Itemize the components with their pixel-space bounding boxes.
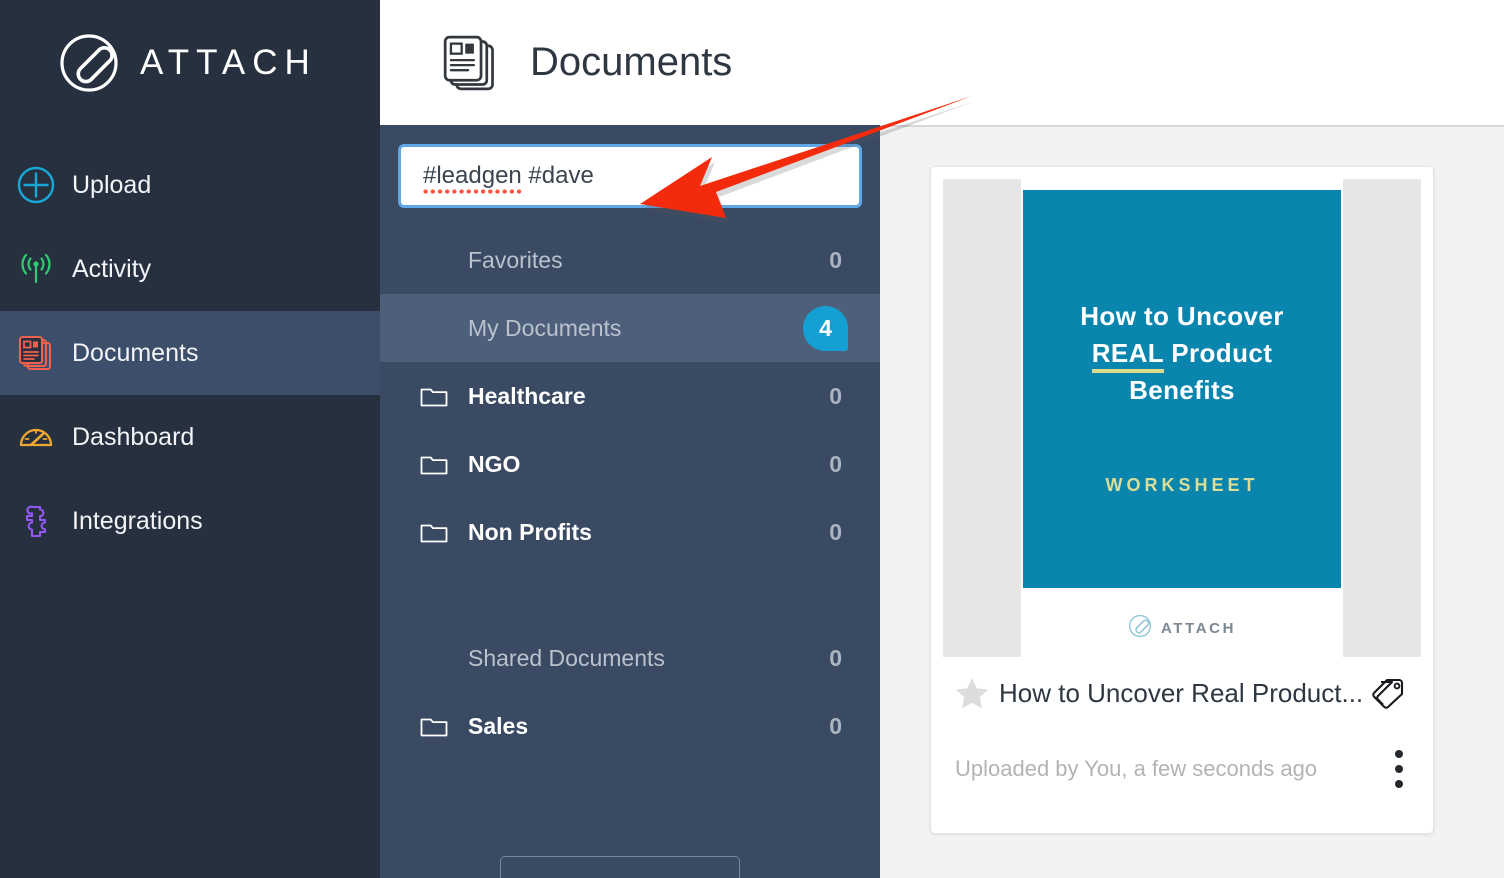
folder-count: 0 bbox=[829, 382, 842, 409]
document-card-title-row: How to Uncover Real Product... bbox=[931, 657, 1433, 729]
brand-logo[interactable]: ATTACH bbox=[0, 0, 380, 125]
sidebar-item-integrations[interactable]: Integrations bbox=[0, 479, 380, 563]
folder-label: My Documents bbox=[468, 314, 622, 341]
folder-list-divider bbox=[380, 566, 880, 624]
folder-row-healthcare[interactable]: Healthcare 0 bbox=[380, 362, 880, 430]
folder-row-sales[interactable]: Sales 0 bbox=[380, 692, 880, 760]
sidebar-item-activity[interactable]: Activity bbox=[0, 227, 380, 311]
folder-row-non-profits[interactable]: Non Profits 0 bbox=[380, 498, 880, 566]
search-value-misspelled: #leadgen bbox=[423, 162, 522, 196]
folder-count: 0 bbox=[829, 450, 842, 477]
sidebar-item-upload[interactable]: Upload bbox=[0, 143, 380, 227]
app-root: ATTACH Upload Activity Documents Dashboa… bbox=[0, 0, 1504, 878]
documents-stack-icon bbox=[438, 30, 504, 96]
folder-row-favorites[interactable]: Favorites 0 bbox=[380, 226, 880, 294]
document-thumbnail[interactable]: How to Uncover REAL Product Benefits WOR… bbox=[931, 167, 1433, 657]
document-cover: How to Uncover REAL Product Benefits WOR… bbox=[1023, 190, 1341, 588]
folder-row-ngo[interactable]: NGO 0 bbox=[380, 430, 880, 498]
folder-count: 0 bbox=[829, 712, 842, 739]
price-tag-icon[interactable] bbox=[1367, 676, 1407, 710]
document-title: How to Uncover Real Product... bbox=[999, 677, 1364, 708]
folder-label: Healthcare bbox=[468, 382, 586, 409]
kebab-menu-icon[interactable] bbox=[1395, 750, 1403, 788]
sidebar-label-documents: Documents bbox=[72, 338, 199, 367]
broadcast-icon bbox=[8, 247, 64, 291]
folder-panel: #leadgen #dave Favorites 0 My Documents … bbox=[380, 125, 880, 878]
sidebar-label-upload: Upload bbox=[72, 170, 152, 199]
folder-icon bbox=[420, 384, 468, 408]
documents-stack-icon bbox=[8, 331, 64, 375]
folder-row-my-documents[interactable]: My Documents 4 bbox=[380, 294, 880, 362]
status-badge: 4 bbox=[803, 305, 848, 351]
folder-label: NGO bbox=[468, 450, 521, 477]
folder-count: 0 bbox=[829, 644, 842, 671]
sidebar-item-dashboard[interactable]: Dashboard bbox=[0, 395, 380, 479]
cover-title: How to Uncover REAL Product Benefits bbox=[1042, 298, 1322, 409]
document-card-meta-row: Uploaded by You, a few seconds ago bbox=[931, 729, 1433, 809]
folder-label: Favorites bbox=[468, 246, 563, 273]
folder-icon bbox=[420, 520, 468, 544]
sidebar-label-dashboard: Dashboard bbox=[72, 422, 195, 451]
kebab-dot bbox=[1395, 750, 1403, 758]
star-icon[interactable] bbox=[953, 674, 991, 712]
search-value: #leadgen #dave bbox=[423, 162, 594, 196]
left-sidebar: ATTACH Upload Activity Documents Dashboa… bbox=[0, 0, 380, 878]
sidebar-label-integrations: Integrations bbox=[72, 506, 203, 535]
document-card[interactable]: How to Uncover REAL Product Benefits WOR… bbox=[930, 166, 1434, 834]
folder-label: Shared Documents bbox=[468, 644, 665, 671]
folder-icon bbox=[420, 714, 468, 738]
puzzle-piece-icon bbox=[8, 499, 64, 543]
folder-label: Sales bbox=[468, 712, 529, 739]
new-folder-button[interactable] bbox=[500, 856, 740, 878]
folder-list: Favorites 0 My Documents 4 Healthcare 0 bbox=[380, 226, 880, 760]
nav-list: Upload Activity Documents Dashboard Inte… bbox=[0, 125, 380, 563]
search-area: #leadgen #dave bbox=[380, 125, 880, 208]
plus-circle-icon bbox=[8, 163, 64, 207]
thumbnail-side-panel-right bbox=[1343, 179, 1421, 657]
thumbnail-side-panel-left bbox=[943, 179, 1021, 657]
gauge-icon bbox=[8, 415, 64, 459]
cover-title-line1: How to Uncover bbox=[1080, 301, 1284, 331]
sidebar-label-activity: Activity bbox=[72, 254, 152, 283]
paperclip-circle-icon bbox=[58, 32, 120, 94]
kebab-dot bbox=[1395, 780, 1403, 788]
search-input[interactable]: #leadgen #dave bbox=[398, 144, 862, 208]
documents-grid: How to Uncover REAL Product Benefits WOR… bbox=[880, 125, 1504, 878]
cover-brand-name: ATTACH bbox=[1160, 620, 1237, 637]
cover-title-line3: Benefits bbox=[1129, 374, 1235, 405]
thumbnail-page: How to Uncover REAL Product Benefits WOR… bbox=[1023, 179, 1341, 657]
paperclip-circle-icon bbox=[1128, 614, 1152, 643]
folder-icon bbox=[420, 452, 468, 476]
cover-document-kind: WORKSHEET bbox=[1105, 474, 1259, 495]
cover-title-emphasis: REAL bbox=[1091, 337, 1164, 373]
page-title: Documents bbox=[530, 40, 733, 84]
folder-label: Non Profits bbox=[468, 518, 592, 545]
kebab-dot bbox=[1395, 765, 1403, 773]
document-meta: Uploaded by You, a few seconds ago bbox=[955, 756, 1318, 781]
cover-brand: ATTACH bbox=[1128, 614, 1236, 643]
folder-count: 0 bbox=[829, 518, 842, 545]
search-value-rest: #dave bbox=[521, 162, 594, 189]
folder-row-shared-documents[interactable]: Shared Documents 0 bbox=[380, 624, 880, 692]
folder-count: 0 bbox=[829, 246, 842, 273]
page-header: Documents bbox=[380, 0, 1504, 125]
cover-title-line2-rest: Product bbox=[1163, 337, 1273, 368]
sidebar-item-documents[interactable]: Documents bbox=[0, 311, 380, 395]
brand-name: ATTACH bbox=[140, 42, 317, 82]
